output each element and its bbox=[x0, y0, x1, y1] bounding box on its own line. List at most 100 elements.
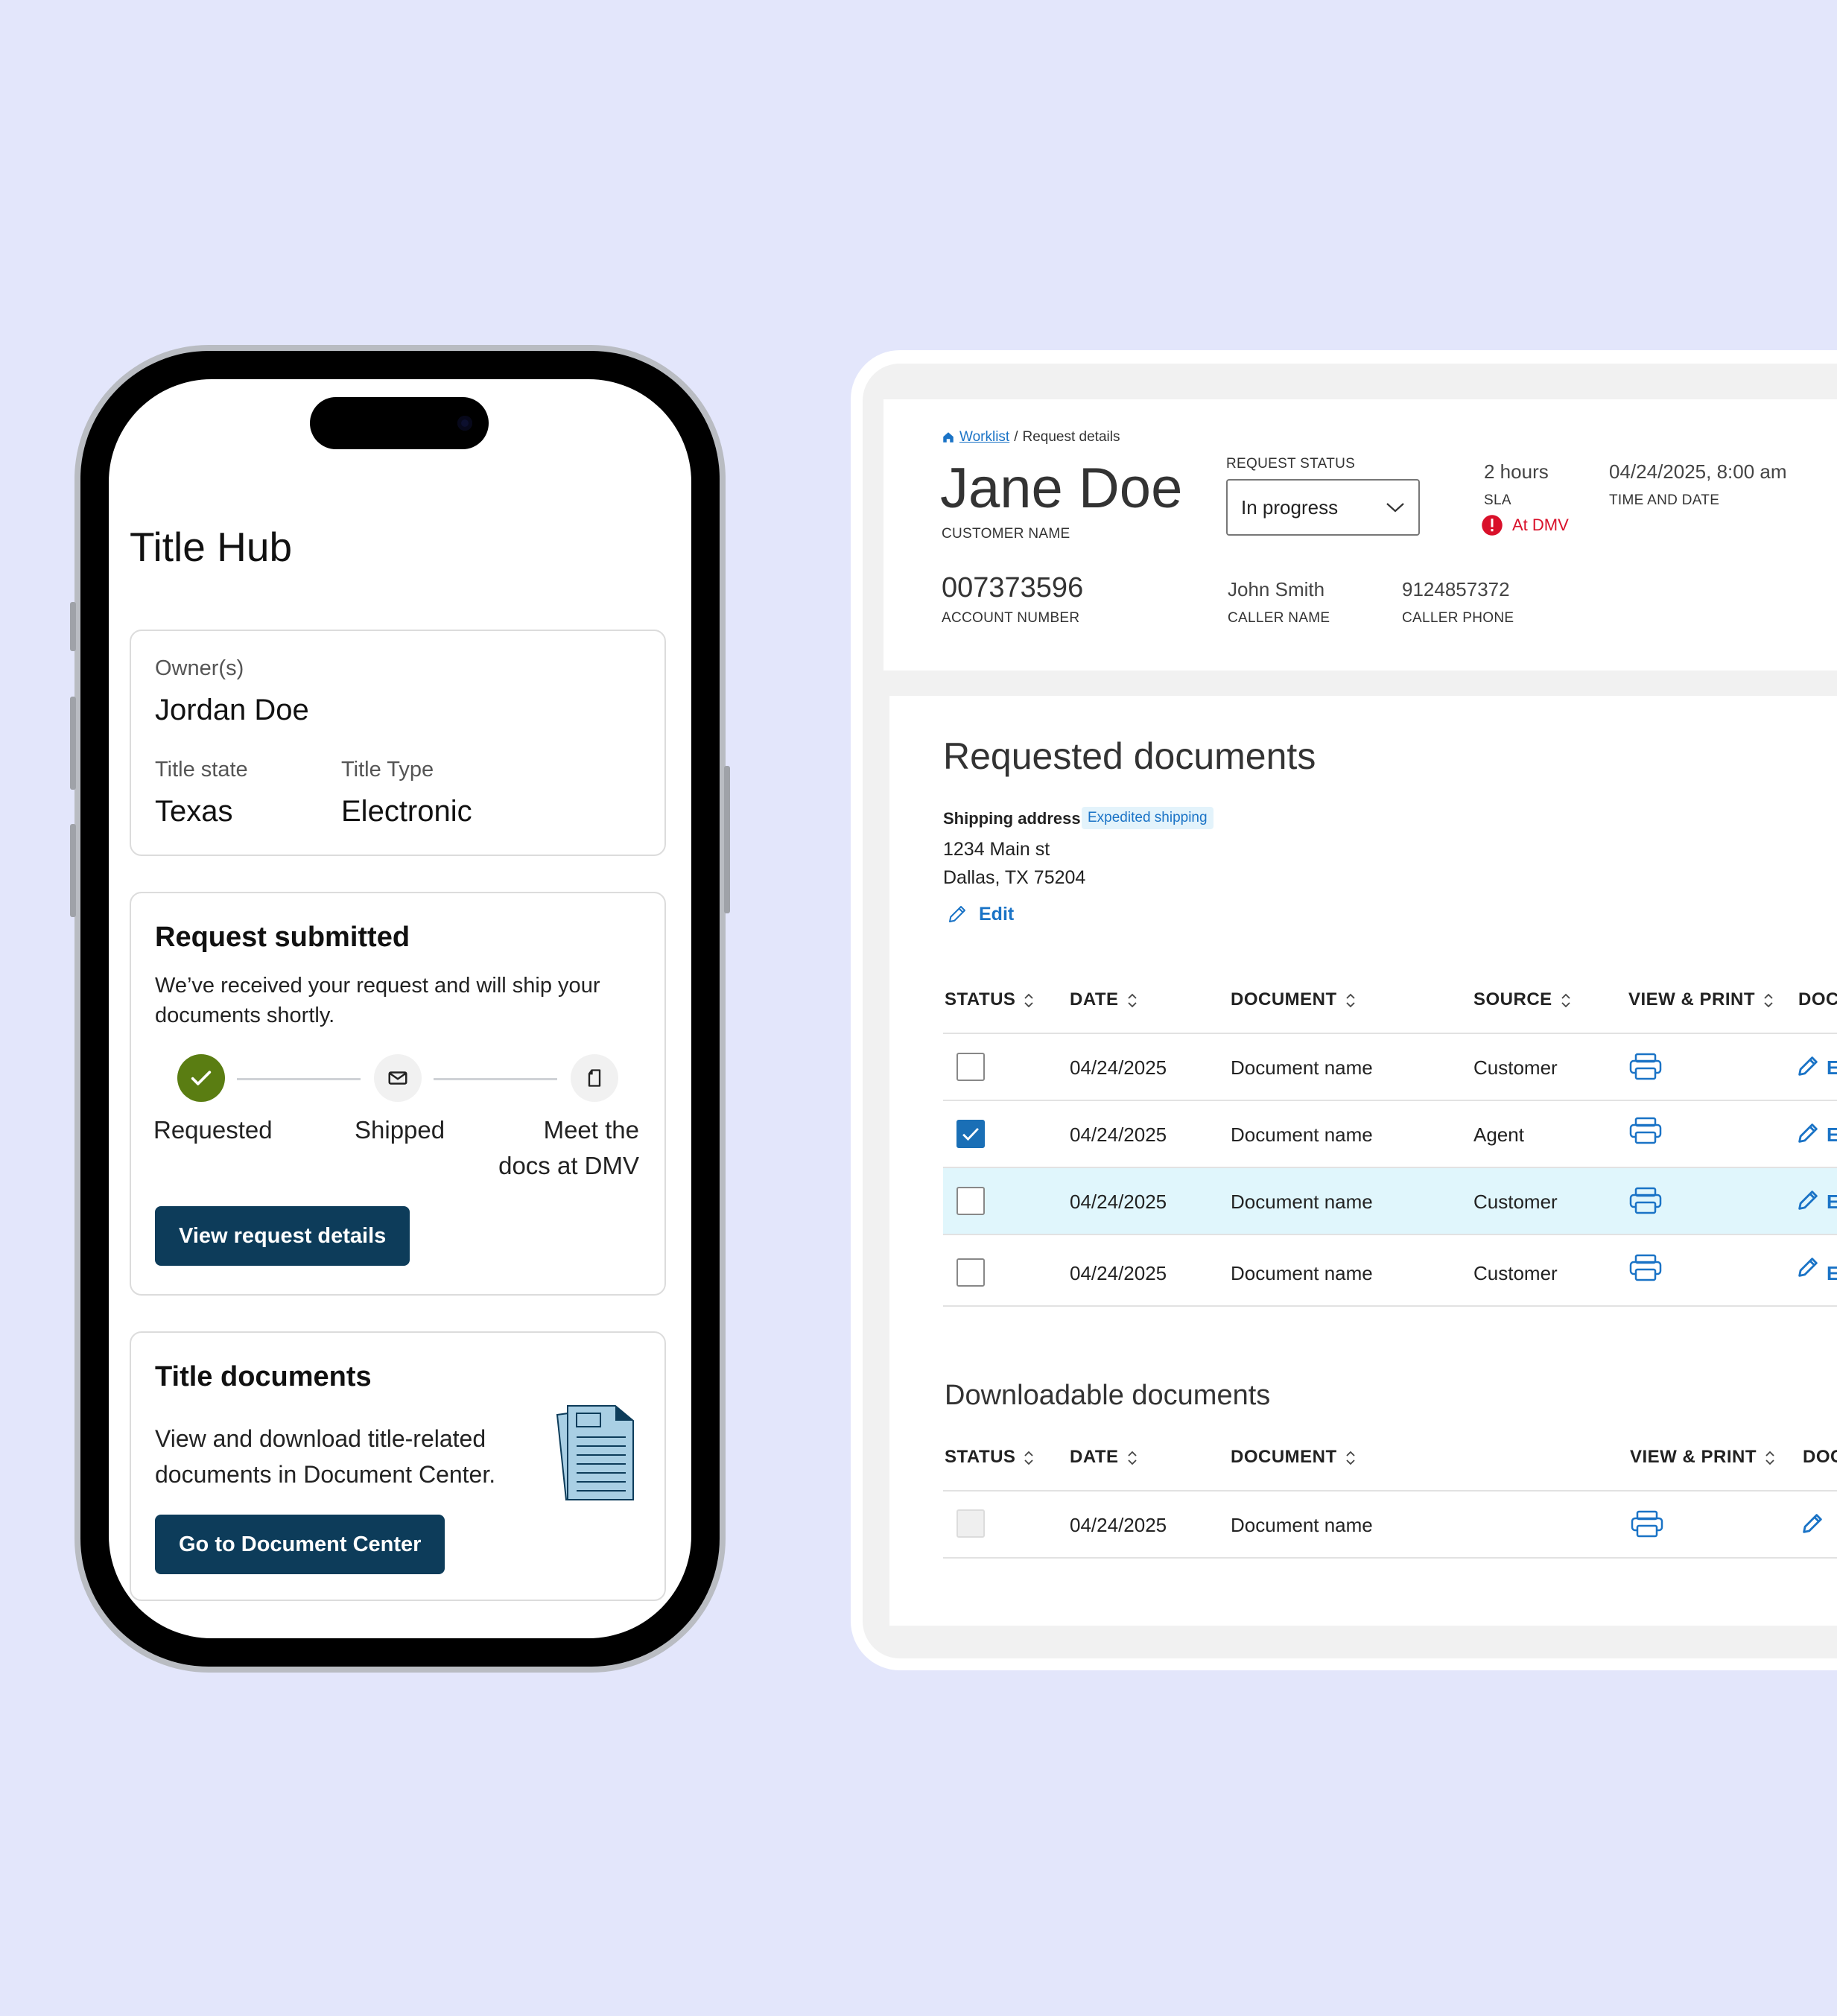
step-dmv-label-line1: Meet the bbox=[543, 1116, 639, 1144]
address-line2: Dallas, TX 75204 bbox=[943, 867, 1086, 888]
phone-side-button bbox=[70, 602, 76, 651]
sla-alert-text: At DMV bbox=[1512, 516, 1569, 534]
dl-col-date-header[interactable]: DATE bbox=[1070, 1447, 1138, 1468]
caller-name: John Smith bbox=[1228, 578, 1325, 600]
phone-power-button bbox=[724, 766, 730, 913]
breadcrumb-worklist-link[interactable]: Worklist bbox=[959, 429, 1009, 446]
title-state-label: Title state bbox=[155, 758, 248, 782]
row-source: Customer bbox=[1473, 1056, 1558, 1079]
printer-icon[interactable] bbox=[1630, 1509, 1664, 1539]
row-action-text[interactable]: E bbox=[1827, 1191, 1837, 1214]
pencil-icon[interactable] bbox=[1795, 1053, 1821, 1079]
row-document[interactable]: Document name bbox=[1231, 1123, 1373, 1147]
table-divider bbox=[943, 1490, 1837, 1492]
dl-col-status-header[interactable]: STATUS bbox=[945, 1447, 1035, 1468]
step-connector bbox=[434, 1078, 557, 1080]
view-request-details-button[interactable]: View request details bbox=[155, 1206, 410, 1266]
row-action-text[interactable]: E bbox=[1827, 1056, 1837, 1080]
sort-icon bbox=[1764, 993, 1773, 1007]
row-date: 04/24/2025 bbox=[1070, 1262, 1167, 1284]
sort-icon bbox=[1346, 1451, 1355, 1465]
caller-phone-label: CALLER PHONE bbox=[1402, 610, 1514, 626]
owners-label: Owner(s) bbox=[155, 656, 244, 680]
sort-icon bbox=[1561, 993, 1570, 1007]
request-submitted-card: Request submitted We’ve received your re… bbox=[130, 892, 666, 1296]
step-shipped-label: Shipped bbox=[355, 1116, 445, 1144]
requested-documents-heading: Requested documents bbox=[943, 735, 1316, 777]
row-source: Agent bbox=[1473, 1123, 1524, 1146]
printer-icon[interactable] bbox=[1628, 1116, 1663, 1146]
home-icon bbox=[943, 432, 954, 443]
step-requested-check-icon bbox=[177, 1054, 225, 1102]
row-document[interactable]: Document name bbox=[1231, 1191, 1373, 1214]
row-source: Customer bbox=[1473, 1262, 1558, 1284]
printer-icon[interactable] bbox=[1628, 1052, 1663, 1082]
row-document[interactable]: Document name bbox=[1231, 1262, 1373, 1285]
col-source-label: SOURCE bbox=[1473, 989, 1552, 1009]
dl-col-view-print-label: VIEW & PRINT bbox=[1630, 1447, 1757, 1467]
dl-col-document-header[interactable]: DOCUMENT bbox=[1231, 1447, 1357, 1468]
pencil-icon[interactable] bbox=[1795, 1188, 1821, 1213]
pencil-icon bbox=[949, 906, 965, 922]
table-divider bbox=[943, 1305, 1837, 1307]
request-card-body: We’ve received your request and will shi… bbox=[155, 971, 600, 1030]
document-stack-illustration-icon bbox=[556, 1405, 634, 1501]
row-checkbox-disabled bbox=[956, 1509, 985, 1538]
row-action-text[interactable]: E bbox=[1827, 1262, 1837, 1285]
step-shipped-envelope-icon bbox=[374, 1054, 422, 1102]
edit-address-link[interactable]: Edit bbox=[946, 903, 1014, 925]
col-status-header[interactable]: STATUS bbox=[945, 989, 1035, 1010]
row-checkbox-checked[interactable] bbox=[956, 1120, 985, 1148]
sla-alert: At DMV bbox=[1481, 514, 1569, 536]
printer-icon[interactable] bbox=[1628, 1253, 1663, 1283]
chevron-down-icon bbox=[1386, 503, 1404, 513]
sort-icon bbox=[1024, 993, 1034, 1007]
dl-col-view-print-header[interactable]: VIEW & PRINT bbox=[1630, 1447, 1776, 1468]
col-document-header[interactable]: DOCUMENT bbox=[1231, 989, 1357, 1010]
shipping-address-label: Shipping address bbox=[943, 809, 1081, 828]
col-date-header[interactable]: DATE bbox=[1070, 989, 1138, 1010]
sort-icon bbox=[1127, 993, 1137, 1007]
title-state-value: Texas bbox=[155, 795, 233, 828]
col-source-header[interactable]: SOURCE bbox=[1473, 989, 1572, 1010]
sort-icon bbox=[1765, 1451, 1774, 1465]
row-date: 04/24/2025 bbox=[1070, 1191, 1167, 1213]
row-checkbox[interactable] bbox=[956, 1258, 985, 1287]
sort-icon bbox=[1127, 1451, 1137, 1465]
printer-icon[interactable] bbox=[1628, 1186, 1663, 1216]
step-dmv-label: Meet the docs at DMV bbox=[498, 1112, 639, 1184]
time-date-label: TIME AND DATE bbox=[1609, 492, 1720, 508]
col-view-print-header[interactable]: VIEW & PRINT bbox=[1628, 989, 1774, 1010]
phone-screen: Title Hub Owner(s) Jordan Doe Title stat… bbox=[109, 379, 691, 1638]
row-source: Customer bbox=[1473, 1191, 1558, 1213]
pencil-icon[interactable] bbox=[1800, 1511, 1825, 1536]
title-documents-heading: Title documents bbox=[155, 1361, 372, 1392]
owner-card: Owner(s) Jordan Doe Title state Texas Ti… bbox=[130, 630, 666, 856]
dl-col-doc-header[interactable]: DOC bbox=[1803, 1447, 1837, 1468]
app-title: Title Hub bbox=[130, 524, 293, 570]
row-action-text[interactable]: E bbox=[1827, 1123, 1837, 1147]
row-document[interactable]: Document name bbox=[1231, 1056, 1373, 1080]
row-checkbox[interactable] bbox=[956, 1187, 985, 1215]
request-status-select[interactable]: In progress bbox=[1226, 479, 1420, 536]
phone-volume-up bbox=[70, 697, 76, 790]
pencil-icon[interactable] bbox=[1795, 1120, 1821, 1146]
breadcrumb: Worklist / Request details bbox=[942, 429, 1120, 446]
col-doc-header[interactable]: DOC bbox=[1798, 989, 1837, 1010]
alert-icon bbox=[1482, 515, 1503, 536]
time-date-value: 04/24/2025, 8:00 am bbox=[1609, 460, 1787, 483]
camera-icon bbox=[457, 416, 472, 431]
caller-name-label: CALLER NAME bbox=[1228, 610, 1330, 626]
check-icon bbox=[962, 1127, 979, 1141]
dl-col-document-label: DOCUMENT bbox=[1231, 1447, 1337, 1467]
downloadable-documents-heading: Downloadable documents bbox=[945, 1380, 1271, 1411]
dl-row-document[interactable]: Document name bbox=[1231, 1514, 1373, 1537]
col-date-label: DATE bbox=[1070, 989, 1119, 1009]
go-to-document-center-button[interactable]: Go to Document Center bbox=[155, 1515, 445, 1574]
step-requested-label: Requested bbox=[153, 1116, 273, 1144]
row-checkbox[interactable] bbox=[956, 1053, 985, 1081]
dl-col-status-label: STATUS bbox=[945, 1447, 1016, 1467]
table-divider bbox=[943, 1557, 1837, 1559]
account-number-label: ACCOUNT NUMBER bbox=[942, 610, 1080, 626]
pencil-icon[interactable] bbox=[1795, 1255, 1821, 1280]
